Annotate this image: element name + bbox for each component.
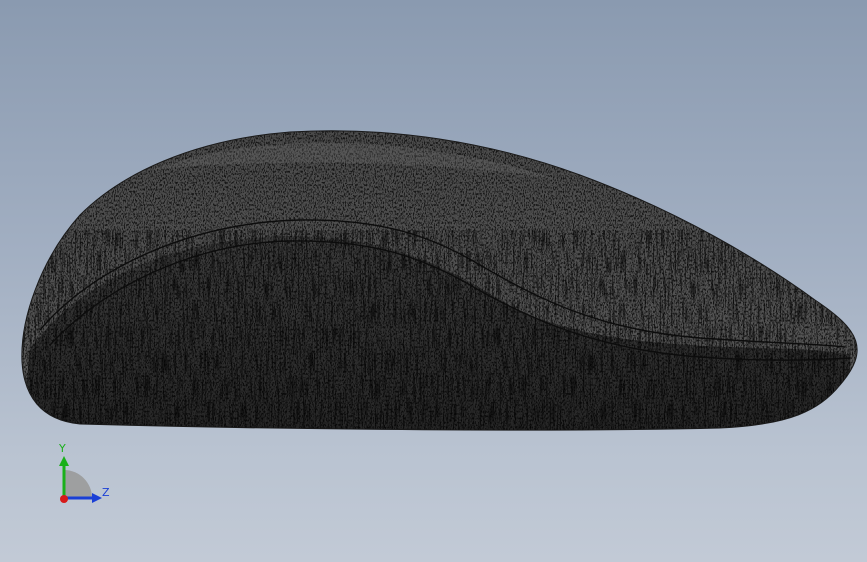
y-axis-label: Y	[59, 442, 66, 455]
x-axis-dot-icon	[60, 495, 68, 503]
reference-triad: Y Z	[40, 438, 120, 510]
triad-plane-icon	[64, 470, 92, 498]
mouse-model[interactable]	[0, 0, 867, 562]
z-axis-label: Z	[102, 486, 110, 499]
graphics-viewport[interactable]: Y Z	[0, 0, 867, 562]
mouse-body[interactable]	[0, 120, 867, 440]
